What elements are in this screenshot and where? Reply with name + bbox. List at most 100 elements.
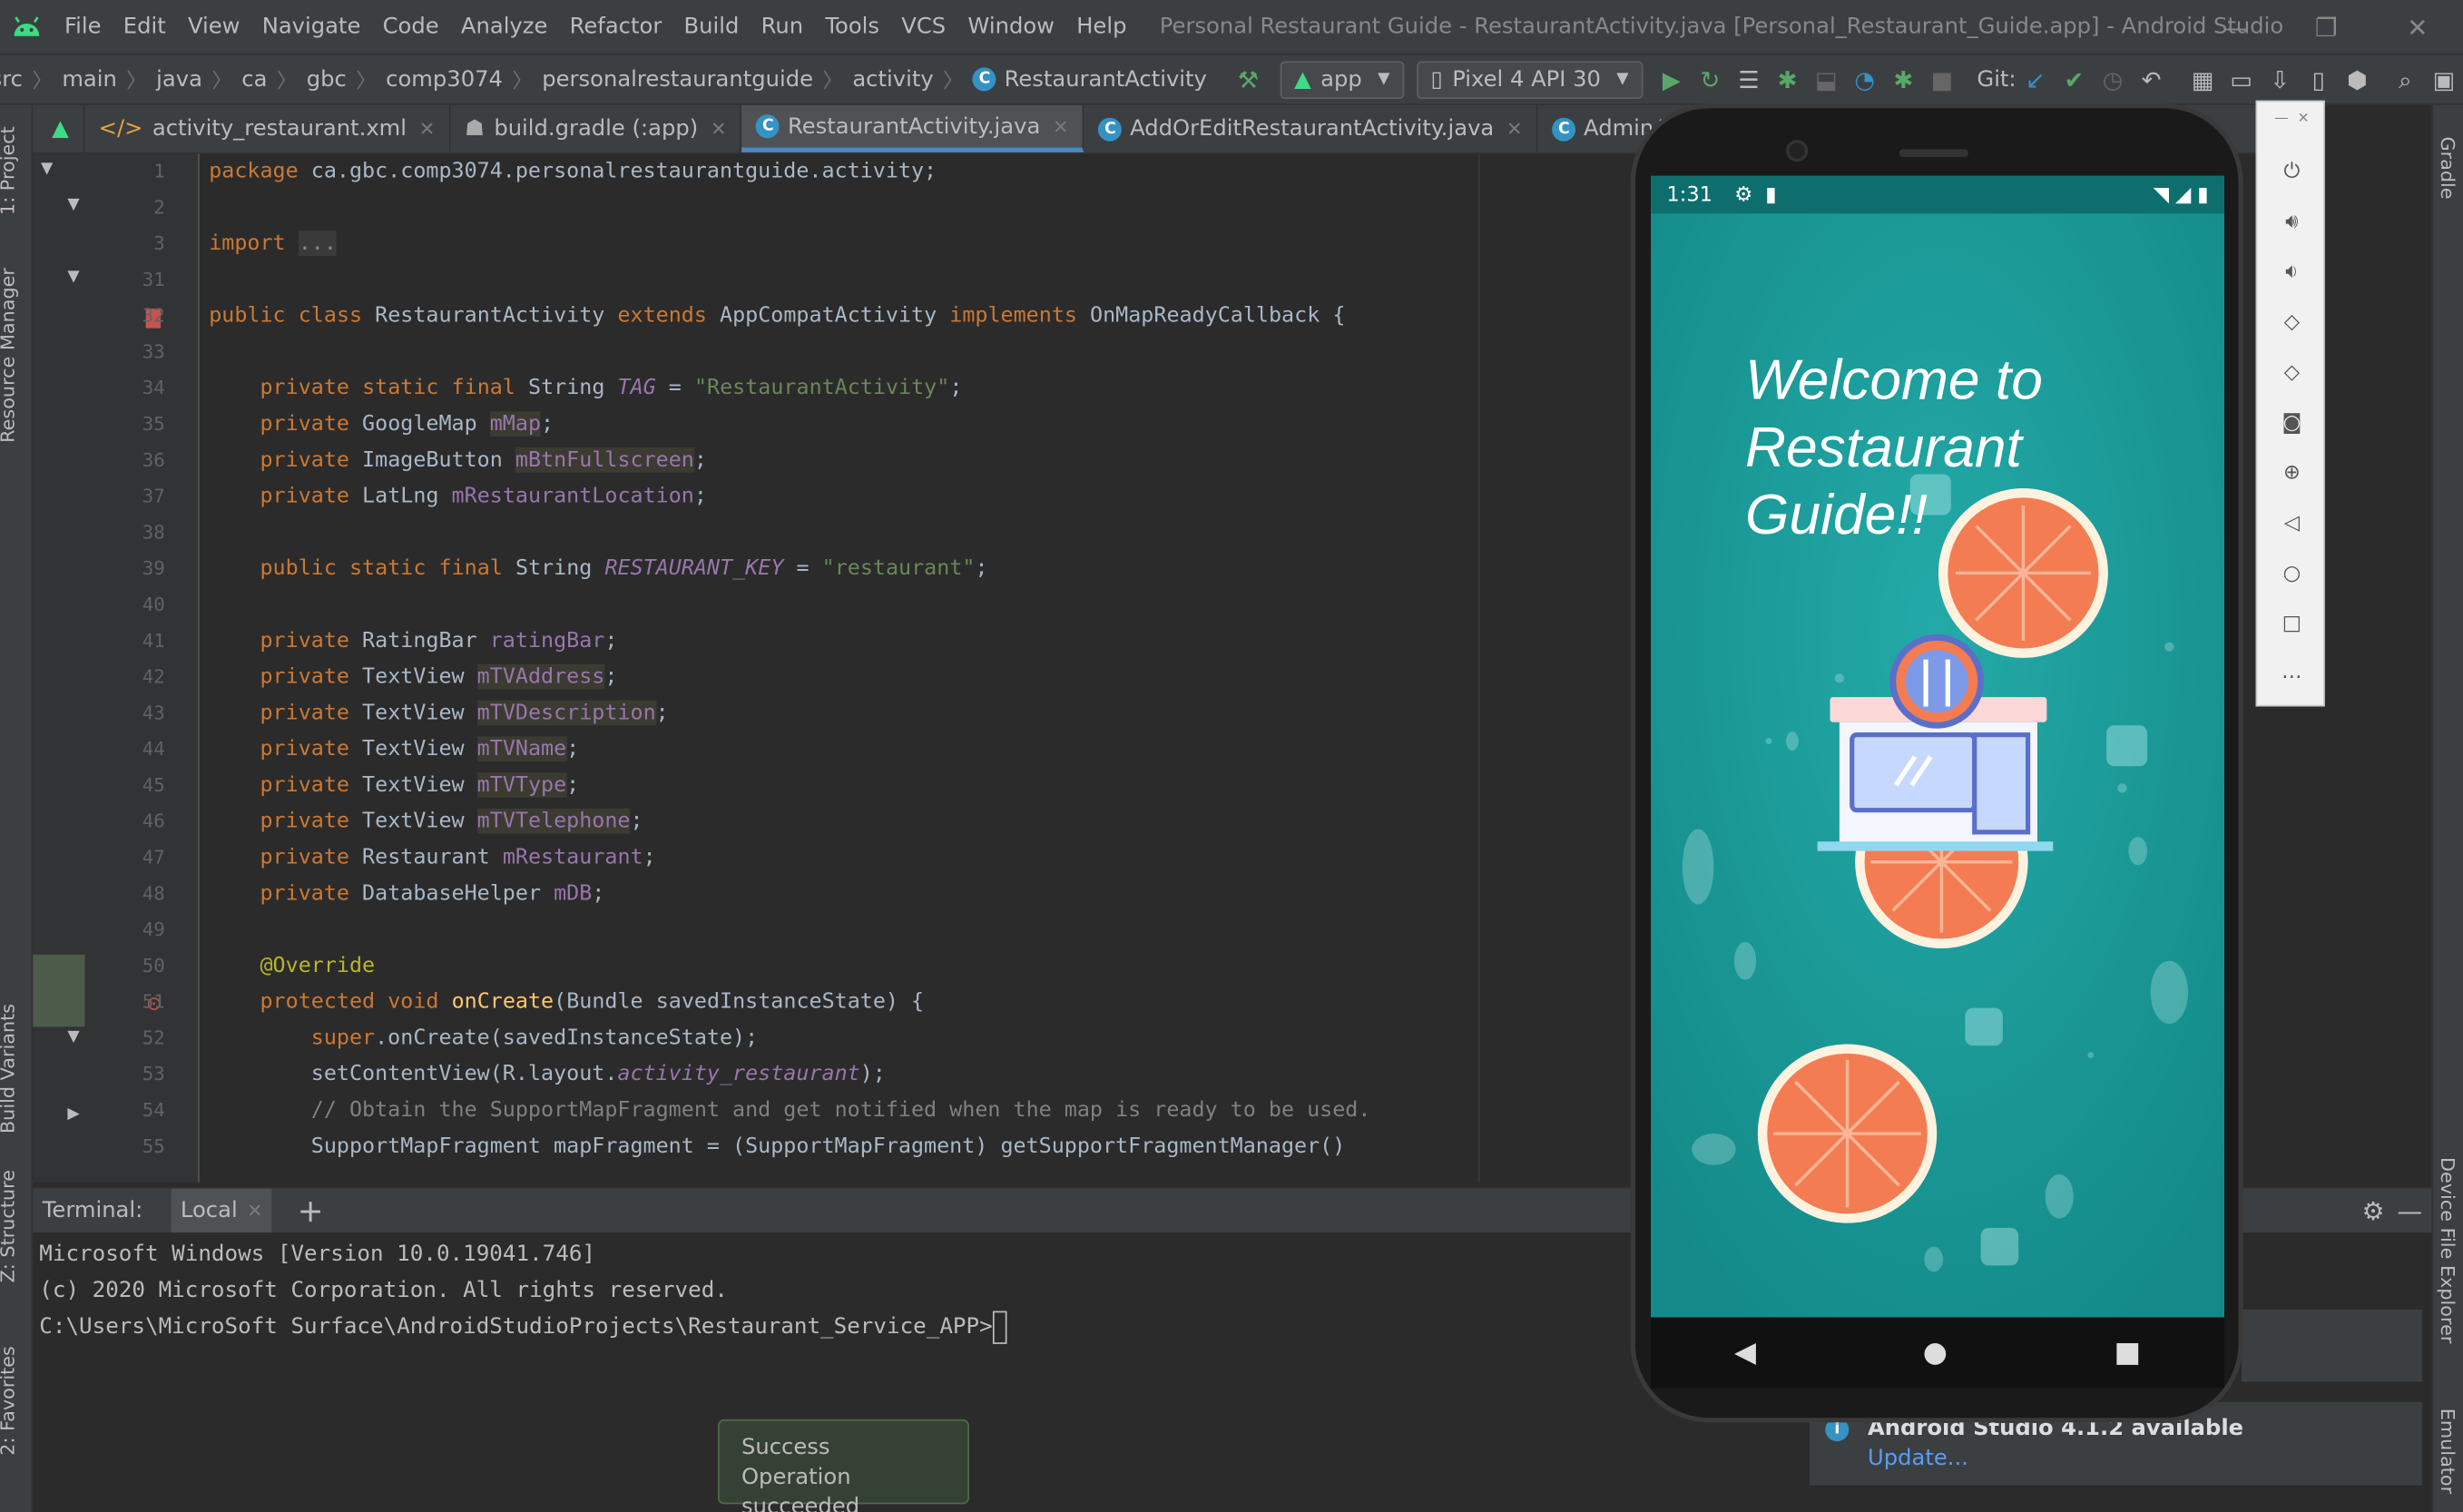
menu-code[interactable]: Code bbox=[372, 15, 450, 40]
favorites-tab[interactable]: 2: Favorites bbox=[0, 1346, 19, 1456]
device-manager-icon[interactable]: ▯ bbox=[2299, 55, 2338, 103]
emulator-screen[interactable]: 1:31 ⚙ ▮ ◥ ◢ ▮ Welcome to Restaurant Gui… bbox=[1651, 175, 2224, 1318]
tab-build-gradle[interactable]: ☗ build.gradle (:app) ✕ bbox=[451, 104, 742, 152]
resource-manager-tab[interactable]: Resource Manager bbox=[0, 268, 19, 443]
menu-file[interactable]: File bbox=[54, 15, 113, 40]
git-commit-icon[interactable]: ✔ bbox=[2055, 55, 2094, 103]
overview-icon[interactable]: □ bbox=[2257, 598, 2326, 648]
minimize-panel-icon[interactable]: — bbox=[2397, 1195, 2422, 1225]
run-config-select[interactable]: ▲ app ▼ bbox=[1280, 60, 1405, 99]
terminal-prompt: C:\Users\MicroSoft Surface\AndroidStudio… bbox=[39, 1310, 1007, 1346]
sdk-manager-icon[interactable]: ⇩ bbox=[2261, 55, 2300, 103]
project-structure-icon[interactable]: ▦ bbox=[2183, 55, 2223, 103]
menu-navigate[interactable]: Navigate bbox=[251, 15, 372, 40]
volume-down-icon[interactable]: 🔉︎ bbox=[2257, 247, 2326, 297]
settings-icon[interactable]: ▣ bbox=[2425, 55, 2463, 103]
menu-window[interactable]: Window bbox=[957, 15, 1065, 40]
apply-changes-icon[interactable]: ↻ bbox=[1691, 55, 1730, 103]
breadcrumb-class[interactable]: C RestaurantActivity bbox=[972, 67, 1207, 92]
search-icon[interactable]: ⌕ bbox=[2386, 55, 2425, 103]
tab-android-icon[interactable]: ▲ bbox=[33, 104, 85, 152]
close-icon[interactable]: ✕ bbox=[1506, 118, 1522, 140]
avd-manager-icon[interactable]: ▭ bbox=[2222, 55, 2261, 103]
hammer-build-icon[interactable]: ⚒ bbox=[1229, 55, 1268, 103]
close-icon[interactable]: ✕ bbox=[419, 118, 435, 140]
more-icon[interactable]: ⋯ bbox=[2257, 652, 2326, 702]
fold-arrow-icon[interactable]: ▼ bbox=[67, 269, 79, 286]
fold-arrow-icon[interactable]: ▶ bbox=[67, 1105, 79, 1123]
volume-up-icon[interactable]: 🔊︎ bbox=[2257, 196, 2326, 246]
hidden-notification-panel bbox=[2241, 1309, 2423, 1382]
breadcrumb-gbc[interactable]: gbc 〉 bbox=[307, 64, 386, 94]
device-select[interactable]: ▯ Pixel 4 API 30 ▼ bbox=[1416, 60, 1644, 99]
gradle-tab[interactable]: Gradle bbox=[2437, 137, 2458, 200]
breadcrumb-main[interactable]: main 〉 bbox=[62, 64, 156, 94]
attach-debugger-icon[interactable]: ⬓ bbox=[1807, 55, 1846, 103]
status-time: 1:31 bbox=[1666, 182, 1713, 207]
recents-button-icon[interactable]: ■ bbox=[2115, 1336, 2141, 1369]
stop-icon[interactable]: ■ bbox=[1923, 55, 1962, 103]
fold-arrow-icon[interactable]: ▼ bbox=[41, 160, 53, 177]
breadcrumb-package[interactable]: personalrestaurantguide 〉 bbox=[542, 64, 852, 94]
build-variants-tab[interactable]: Build Variants bbox=[0, 1004, 19, 1134]
tab-label: build.gradle (:app) bbox=[494, 116, 699, 142]
breadcrumb-comp3074[interactable]: comp3074 〉 bbox=[386, 64, 542, 94]
close-icon[interactable]: ✕ bbox=[711, 118, 726, 140]
home-icon[interactable]: ○ bbox=[2257, 548, 2326, 598]
run-icon[interactable]: ▶ bbox=[1653, 55, 1692, 103]
home-button-icon[interactable]: ● bbox=[1923, 1336, 1948, 1369]
close-window-button[interactable]: ✕ bbox=[2372, 0, 2463, 54]
git-update-icon[interactable]: ↙ bbox=[2017, 55, 2056, 103]
fold-arrow-icon[interactable]: ▼ bbox=[67, 196, 79, 213]
restore-button[interactable]: ❐ bbox=[2281, 0, 2371, 54]
git-rollback-icon[interactable]: ↶ bbox=[2132, 55, 2171, 103]
fold-arrow-icon[interactable]: ▼ bbox=[67, 1028, 79, 1046]
menu-build[interactable]: Build bbox=[672, 15, 750, 40]
breadcrumb-java[interactable]: java 〉 bbox=[156, 64, 241, 94]
attach-process-icon[interactable]: ✱ bbox=[1884, 55, 1923, 103]
rotate-left-icon[interactable]: ◇ bbox=[2257, 297, 2326, 347]
add-terminal-icon[interactable]: + bbox=[298, 1192, 324, 1230]
close-icon[interactable]: ✕ bbox=[247, 1200, 262, 1222]
tab-restaurant-activity[interactable]: C RestaurantActivity.java ✕ bbox=[741, 104, 1084, 152]
breadcrumb-ca[interactable]: ca 〉 bbox=[241, 64, 306, 94]
tab-activity-restaurant-xml[interactable]: </> activity_restaurant.xml ✕ bbox=[84, 104, 451, 152]
run-config-label: app bbox=[1320, 66, 1362, 93]
menu-help[interactable]: Help bbox=[1065, 15, 1137, 40]
back-button-icon[interactable]: ◀ bbox=[1734, 1336, 1756, 1369]
power-icon[interactable]: ⏻ bbox=[2257, 146, 2326, 196]
code-line: protected void onCreate(Bundle savedInst… bbox=[260, 988, 925, 1015]
emulator-tab[interactable]: Emulator bbox=[2437, 1409, 2458, 1494]
menu-refactor[interactable]: Refactor bbox=[559, 15, 673, 40]
breadcrumb-src[interactable]: src〉 bbox=[0, 64, 62, 94]
tab-add-or-edit-activity[interactable]: C AddOrEditRestaurantActivity.java ✕ bbox=[1084, 104, 1538, 152]
menu-run[interactable]: Run bbox=[751, 15, 815, 40]
line-number: 34 bbox=[142, 377, 165, 399]
project-tool-tab[interactable]: 1: Project bbox=[0, 126, 19, 215]
apply-code-changes-icon[interactable]: ☰ bbox=[1730, 55, 1769, 103]
menu-vcs[interactable]: VCS bbox=[890, 15, 957, 40]
menu-view[interactable]: View bbox=[177, 15, 251, 40]
breadcrumb-activity[interactable]: activity 〉 bbox=[852, 64, 973, 94]
zoom-icon[interactable]: ⊕ bbox=[2257, 447, 2326, 497]
device-file-explorer-tab[interactable]: Device File Explorer bbox=[2437, 1157, 2458, 1343]
back-icon[interactable]: ◁ bbox=[2257, 497, 2326, 547]
gear-icon[interactable]: ⚙ bbox=[2362, 1195, 2385, 1225]
minimize-button[interactable]: — bbox=[2190, 0, 2281, 54]
terminal-tab-local[interactable]: Local ✕ bbox=[171, 1187, 272, 1233]
close-icon[interactable]: — ✕ bbox=[2257, 102, 2326, 136]
rotate-right-icon[interactable]: ◇ bbox=[2257, 347, 2326, 397]
code-editor[interactable]: package ca.gbc.comp3074.personalrestaura… bbox=[199, 153, 1629, 1183]
line-number: 54 bbox=[142, 1099, 165, 1122]
menu-analyze[interactable]: Analyze bbox=[450, 15, 559, 40]
camera-icon[interactable]: ◙ bbox=[2257, 398, 2326, 447]
git-history-icon[interactable]: ◷ bbox=[2094, 55, 2133, 103]
structure-tab[interactable]: Z: Structure bbox=[0, 1170, 19, 1282]
debug-icon[interactable]: ✱ bbox=[1768, 55, 1807, 103]
close-icon[interactable]: ✕ bbox=[1053, 115, 1068, 137]
layout-inspector-icon[interactable]: ⬢ bbox=[2338, 55, 2377, 103]
menu-tools[interactable]: Tools bbox=[814, 15, 890, 40]
update-link[interactable]: Update... bbox=[1868, 1446, 2407, 1471]
menu-edit[interactable]: Edit bbox=[113, 15, 177, 40]
profile-icon[interactable]: ◔ bbox=[1845, 55, 1884, 103]
